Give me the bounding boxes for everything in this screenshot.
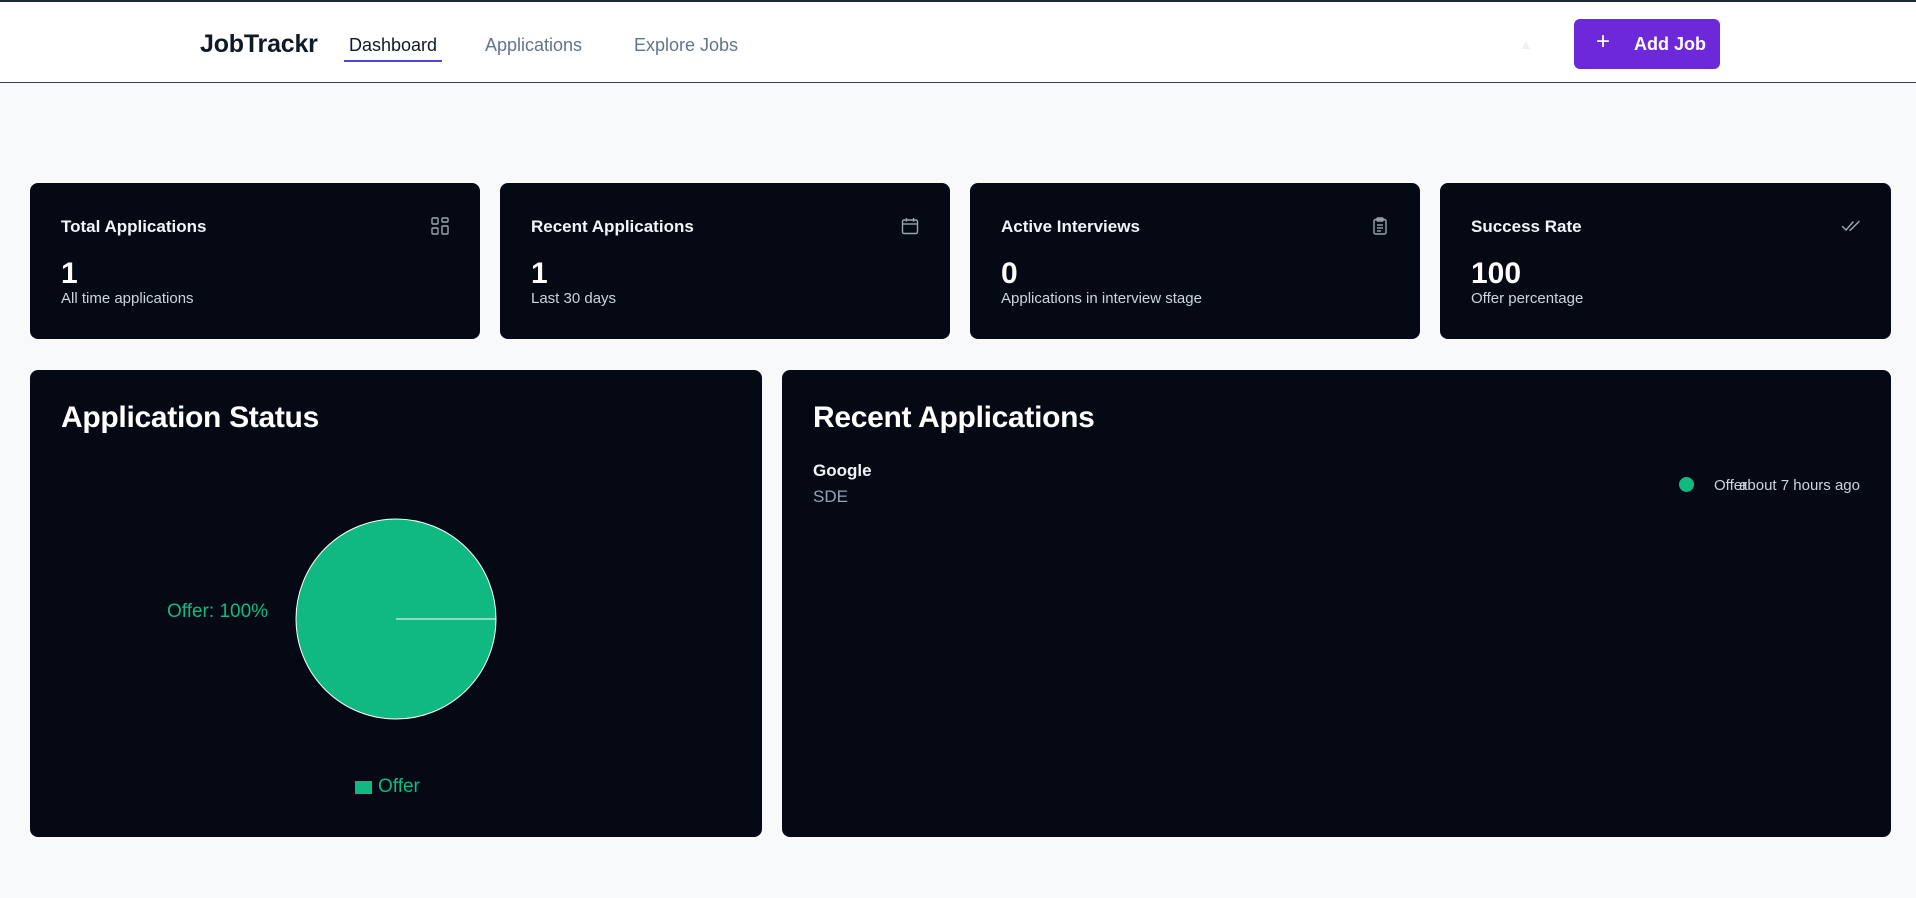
application-time: about 7 hours ago [1739, 477, 1860, 494]
top-navbar: JobTrackr Dashboard Applications Explore… [0, 0, 1916, 83]
double-check-icon [1841, 220, 1860, 232]
pie-slice-label: Offer: 100% [167, 601, 269, 622]
stat-subtitle: Applications in interview stage [1001, 290, 1202, 307]
stat-value: 1 [61, 257, 78, 290]
recent-applications-card: Recent Applications Google SDE Offer abo… [782, 370, 1891, 837]
stat-title: Total Applications [61, 217, 207, 236]
legend-label: Offer [378, 776, 420, 797]
brand-logo[interactable]: JobTrackr [200, 30, 318, 59]
grid-icon [431, 217, 449, 235]
stat-card-total-applications: Total Applications 1 All time applicatio… [30, 183, 480, 339]
application-row[interactable]: Google SDE Offer about 7 hours ago [813, 461, 1860, 511]
stat-subtitle: All time applications [61, 290, 194, 307]
calendar-icon [901, 218, 919, 235]
application-company: Google [813, 461, 872, 480]
add-job-label: Add Job [1634, 34, 1706, 54]
nav-explore-jobs[interactable]: Explore Jobs [634, 35, 738, 56]
stat-subtitle: Last 30 days [531, 290, 617, 307]
stat-card-active-interviews: Active Interviews 0 Applications in inte… [970, 183, 1420, 339]
stat-subtitle: Offer percentage [1471, 290, 1584, 307]
nav-applications[interactable]: Applications [485, 35, 582, 56]
nav-dashboard[interactable]: Dashboard [343, 35, 443, 62]
plus-icon: + [1596, 28, 1611, 55]
stat-title: Success Rate [1471, 217, 1582, 236]
stat-value: 100 [1471, 257, 1522, 290]
legend-swatch [355, 780, 372, 794]
bell-icon[interactable]: ▲ [1519, 36, 1537, 52]
stat-title: Active Interviews [1001, 217, 1140, 236]
panel-title: Recent Applications [813, 401, 1095, 434]
application-status-card: Application Status Offer: 100% Offer [30, 370, 762, 837]
stat-card-success-rate: Success Rate 100 Offer percentage [1440, 183, 1891, 339]
application-role: SDE [813, 487, 848, 506]
stat-value: 0 [1001, 257, 1018, 290]
clipboard-icon [1373, 217, 1387, 235]
stat-card-recent-applications: Recent Applications 1 Last 30 days [500, 183, 950, 339]
status-dot [1679, 477, 1694, 492]
stat-title: Recent Applications [531, 217, 694, 236]
chart-legend[interactable]: Offer [355, 776, 420, 798]
add-job-button[interactable]: + Add Job [1574, 19, 1720, 69]
status-pie-chart [295, 518, 497, 720]
stat-value: 1 [531, 257, 548, 290]
